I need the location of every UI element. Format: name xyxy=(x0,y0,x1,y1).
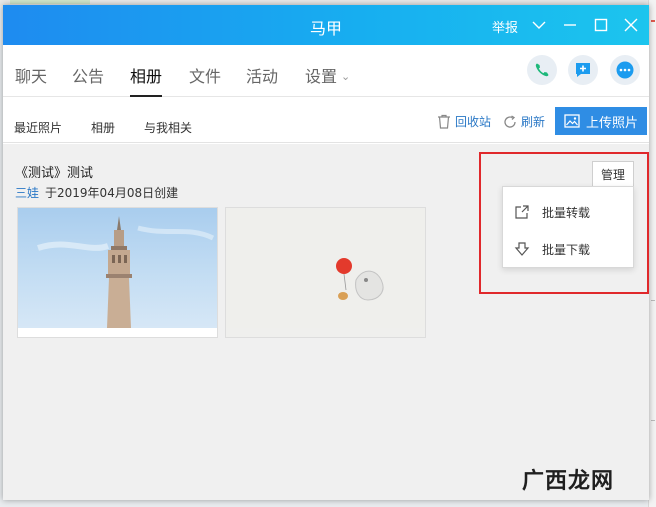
window-title: 马甲 xyxy=(309,19,342,38)
phone-icon xyxy=(535,63,549,77)
title-bar: 马甲 举报 xyxy=(3,5,649,45)
album-toolbar: 最近照片 相册 与我相关 回收站 刷新 上传照片 xyxy=(3,97,649,143)
tab-chat[interactable]: 聊天 xyxy=(15,63,47,97)
photo-thumbnail-tower[interactable] xyxy=(17,207,218,338)
refresh-label: 刷新 xyxy=(521,115,546,129)
maximize-icon[interactable] xyxy=(591,15,611,35)
tab-settings-label: 设置 xyxy=(305,67,338,86)
tab-announcement[interactable]: 公告 xyxy=(72,63,104,97)
album-created-date: 于2019年04月08日创建 xyxy=(45,186,179,200)
group-window: 马甲 举报 聊天 公告 相册 文件 活动 设置 ⌄ 最近照片 相册 与我相关 回… xyxy=(3,5,649,500)
photo-thumbnail-balloon[interactable] xyxy=(225,207,426,338)
recycle-bin-button[interactable]: 回收站 xyxy=(437,113,491,130)
album-meta: 三娃 于2019年04月08日创建 xyxy=(15,184,178,201)
tab-bar: 聊天 公告 相册 文件 活动 设置 ⌄ xyxy=(3,45,649,97)
balloon-photo xyxy=(336,258,384,301)
upload-photo-button[interactable]: 上传照片 xyxy=(555,107,647,135)
more-icon xyxy=(616,61,634,79)
refresh-icon xyxy=(504,114,516,128)
chevron-down-icon[interactable] xyxy=(529,15,549,35)
chevron-down-icon: ⌄ xyxy=(341,70,351,83)
album-author-link[interactable]: 三娃 xyxy=(15,186,39,200)
recent-photos-link[interactable]: 最近照片 xyxy=(14,119,62,136)
tab-activity[interactable]: 活动 xyxy=(246,63,278,97)
red-annotation-box xyxy=(479,152,649,294)
background-window-edge xyxy=(648,0,656,507)
recycle-bin-label: 回收站 xyxy=(455,115,492,129)
related-to-me-link[interactable]: 与我相关 xyxy=(144,119,192,136)
watermark-text: 广西龙网 xyxy=(522,469,615,494)
image-upload-icon xyxy=(564,114,580,128)
albums-link[interactable]: 相册 xyxy=(91,119,115,136)
tab-album[interactable]: 相册 xyxy=(130,63,163,97)
chat-plus-icon xyxy=(576,63,590,77)
chat-plus-button[interactable] xyxy=(568,55,598,85)
close-icon[interactable] xyxy=(621,15,641,35)
album-title[interactable]: 《测试》测试 xyxy=(15,162,93,181)
minimize-icon[interactable] xyxy=(560,15,580,35)
refresh-button[interactable]: 刷新 xyxy=(503,113,545,130)
more-button[interactable] xyxy=(610,55,640,85)
trash-icon xyxy=(438,114,450,129)
tab-settings[interactable]: 设置 ⌄ xyxy=(305,63,350,97)
tower-photo xyxy=(37,216,215,328)
report-link[interactable]: 举报 xyxy=(492,17,518,36)
phone-button[interactable] xyxy=(527,55,557,85)
tab-files[interactable]: 文件 xyxy=(189,63,221,97)
upload-photo-label: 上传照片 xyxy=(585,115,638,131)
